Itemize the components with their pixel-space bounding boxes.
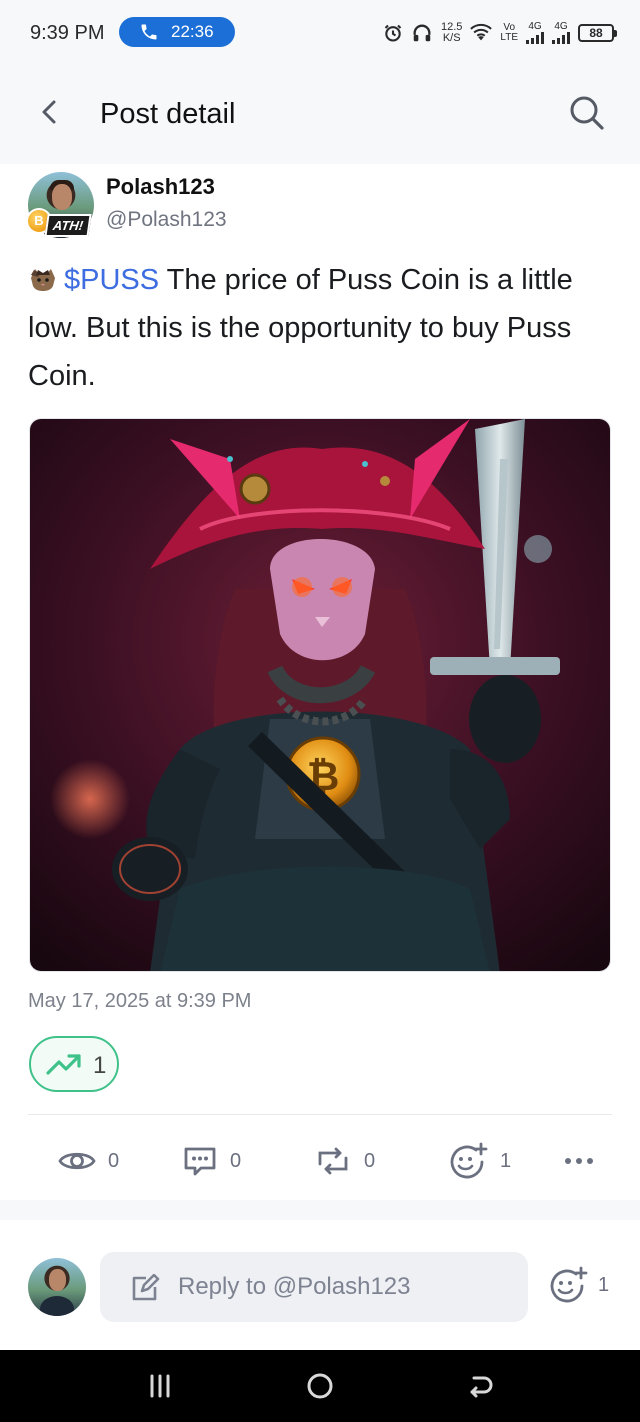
trend-up-chip[interactable]: 1 — [29, 1036, 119, 1092]
add-reaction-icon — [450, 1142, 488, 1179]
system-nav-bar — [0, 1350, 640, 1422]
reply-reactions-count: 1 — [598, 1273, 610, 1296]
more-horizontal-icon — [565, 1158, 593, 1164]
post-body: $PUSS The price of Puss Coin is a little… — [28, 256, 618, 400]
post-action-bar: 0 0 0 1 — [0, 1138, 640, 1184]
call-timer: 22:36 — [171, 22, 214, 41]
wifi-icon — [470, 23, 493, 41]
repost-button[interactable]: 0 — [314, 1138, 375, 1184]
reply-placeholder: Reply to @Polash123 — [178, 1273, 411, 1300]
ongoing-call-pill[interactable]: 22:36 — [119, 17, 235, 47]
status-time: 9:39 PM — [30, 22, 105, 44]
post-image[interactable]: ₿ — [29, 418, 611, 972]
search-icon[interactable] — [568, 94, 606, 132]
current-user-avatar[interactable] — [28, 1258, 86, 1316]
headset-icon — [413, 24, 431, 42]
reply-react-button[interactable]: 1 — [548, 1266, 609, 1304]
signal-icon — [552, 32, 570, 44]
signal-icon — [526, 32, 544, 44]
more-options-button[interactable] — [564, 1138, 594, 1184]
sim1-signal: 4G — [526, 22, 544, 44]
back-nav-icon[interactable] — [464, 1368, 496, 1404]
reply-bar: Reply to @Polash123 1 — [0, 1220, 640, 1350]
chevron-left-icon[interactable] — [36, 96, 64, 128]
post-date: May 17, 2025 at 9:39 PM — [28, 990, 252, 1012]
status-icons: 12.5 K/S Vo LTE 4G 4G 88 — [383, 18, 617, 48]
ath-label: ATH! — [44, 214, 92, 237]
reposts-count: 0 — [364, 1149, 376, 1172]
post-card: B ATH! Polash123 @Polash123 $PUSS The pr… — [0, 164, 640, 1200]
add-reaction-icon — [550, 1266, 588, 1303]
reactions-count: 1 — [500, 1149, 512, 1172]
ath-badge: B ATH! — [26, 208, 96, 237]
network-speed: 12.5 K/S — [440, 21, 463, 44]
pirate-cat-image: ₿ — [30, 419, 610, 971]
volte-indicator: Vo LTE — [500, 22, 518, 43]
app-header: Post detail — [0, 66, 640, 164]
views-button[interactable]: 0 — [58, 1138, 119, 1184]
cat-emoji-icon — [31, 269, 55, 291]
battery-icon: 88 — [578, 24, 617, 42]
phone-icon — [141, 24, 157, 40]
comment-icon — [184, 1147, 216, 1176]
eye-icon — [58, 1152, 96, 1170]
alarm-icon — [384, 24, 402, 42]
repost-icon — [318, 1147, 348, 1175]
divider — [28, 1114, 612, 1115]
views-count: 0 — [108, 1149, 120, 1172]
author-handle[interactable]: @Polash123 — [106, 208, 227, 232]
home-icon[interactable] — [304, 1368, 336, 1404]
recent-apps-icon[interactable] — [146, 1368, 174, 1404]
reply-input[interactable]: Reply to @Polash123 — [100, 1252, 528, 1322]
react-button[interactable]: 1 — [448, 1138, 511, 1184]
trending-up-icon — [46, 1054, 81, 1075]
status-bar: 9:39 PM 22:36 12.5 K/S Vo LTE 4G 4G 88 — [0, 0, 640, 66]
comments-count: 0 — [230, 1149, 242, 1172]
edit-icon — [132, 1274, 160, 1301]
trend-count: 1 — [93, 1052, 107, 1079]
author-name[interactable]: Polash123 — [106, 174, 215, 200]
comments-button[interactable]: 0 — [182, 1138, 241, 1184]
page-title: Post detail — [100, 98, 236, 130]
sim2-signal: 4G — [552, 22, 570, 44]
cashtag-link[interactable]: $PUSS — [64, 264, 159, 296]
